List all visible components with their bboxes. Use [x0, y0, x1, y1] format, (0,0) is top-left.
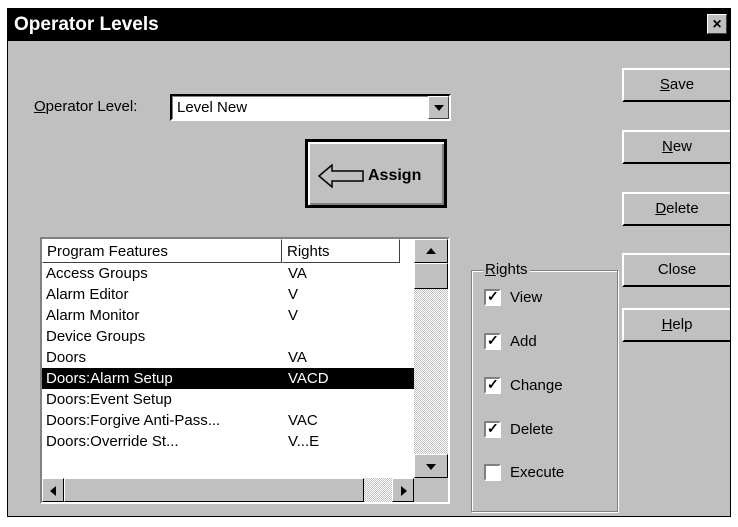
- table-row[interactable]: Doors:Event Setup: [42, 389, 414, 410]
- rights-cell: VACD: [288, 370, 329, 387]
- rights-cell: V...E: [288, 433, 320, 450]
- checkbox-label: Delete: [510, 421, 554, 438]
- checkbox-label: Execute: [510, 464, 565, 481]
- checkmark-icon: ✓: [487, 376, 499, 392]
- checkbox-box[interactable]: ✓: [484, 332, 501, 350]
- arrow-up-icon: [426, 248, 436, 254]
- delete-button[interactable]: Delete: [622, 192, 730, 226]
- checkbox-label: View: [510, 289, 543, 306]
- new-button[interactable]: New: [622, 130, 730, 164]
- feature-cell: Alarm Editor: [46, 286, 129, 303]
- feature-cell: Device Groups: [46, 328, 146, 345]
- operator-level-value: Level New: [177, 99, 248, 116]
- table-row[interactable]: Device Groups: [42, 326, 414, 347]
- vertical-scrollbar[interactable]: [414, 239, 448, 478]
- checkbox-view[interactable]: ✓ View: [484, 288, 543, 306]
- title-bar: Operator Levels ×: [8, 9, 730, 41]
- rights-cell: V: [288, 286, 299, 303]
- arrow-down-icon: [426, 464, 436, 470]
- left-arrow-icon: [318, 164, 364, 188]
- feature-cell: Doors:Forgive Anti-Pass...: [46, 412, 221, 429]
- operator-level-select[interactable]: Level New: [170, 94, 451, 121]
- checkbox-box[interactable]: ✓: [484, 376, 501, 394]
- assign-button[interactable]: Assign: [305, 139, 447, 208]
- table-row[interactable]: Access Groups VA: [42, 263, 414, 284]
- help-button[interactable]: Help: [622, 308, 730, 342]
- rights-cell: VA: [288, 349, 307, 366]
- checkbox-box[interactable]: ✓: [484, 420, 501, 438]
- checkmark-icon: ✓: [487, 420, 499, 436]
- operator-levels-dialog: Operator Levels × Operator Level: Level …: [7, 8, 731, 517]
- feature-cell: Doors:Alarm Setup: [46, 370, 173, 387]
- scroll-corner: [414, 478, 448, 502]
- scroll-up-button[interactable]: [414, 239, 448, 263]
- checkbox-label: Change: [510, 377, 563, 394]
- scroll-right-button[interactable]: [392, 478, 414, 502]
- checkbox-box[interactable]: [484, 464, 501, 481]
- table-row[interactable]: Doors:Forgive Anti-Pass... VAC: [42, 410, 414, 431]
- feature-cell: Doors: [46, 349, 87, 366]
- checkbox-delete[interactable]: ✓ Delete: [484, 420, 554, 438]
- checkmark-icon: ✓: [487, 288, 499, 304]
- list-rows: Access Groups VA Alarm Editor V Alarm Monito…: [42, 263, 414, 478]
- checkmark-icon: ✓: [487, 332, 499, 348]
- rights-cell: VAC: [288, 412, 318, 429]
- feature-cell: Doors:Override St...: [46, 433, 179, 450]
- operator-level-label: Operator Level:: [34, 98, 138, 115]
- column-header-program-features[interactable]: Program Features: [42, 239, 282, 263]
- scroll-left-button[interactable]: [42, 478, 64, 502]
- table-row[interactable]: Doors:Override St... V...E: [42, 431, 414, 452]
- feature-cell: Access Groups: [46, 265, 148, 282]
- scroll-down-button[interactable]: [414, 454, 448, 478]
- horizontal-scrollbar[interactable]: [42, 478, 414, 502]
- scroll-thumb[interactable]: [414, 263, 448, 289]
- arrow-left-icon: [50, 486, 56, 496]
- checkbox-execute[interactable]: Execute: [484, 464, 564, 481]
- table-row[interactable]: Doors VA: [42, 347, 414, 368]
- checkbox-box[interactable]: ✓: [484, 288, 501, 306]
- chevron-down-icon[interactable]: [428, 96, 449, 119]
- table-row[interactable]: Doors:Alarm Setup VACD: [42, 368, 414, 389]
- checkbox-change[interactable]: ✓ Change: [484, 376, 563, 394]
- feature-cell: Doors:Event Setup: [46, 391, 172, 408]
- hscroll-thumb[interactable]: [64, 478, 364, 502]
- arrow-right-icon: [401, 486, 407, 496]
- window-title: Operator Levels: [14, 14, 159, 35]
- table-row[interactable]: Alarm Monitor V: [42, 305, 414, 326]
- checkbox-add[interactable]: ✓ Add: [484, 332, 537, 350]
- close-button[interactable]: Close: [622, 253, 730, 287]
- save-button[interactable]: Save: [622, 68, 730, 102]
- column-header-rights[interactable]: Rights: [282, 239, 400, 263]
- assign-label: Assign: [368, 167, 422, 184]
- checkbox-label: Add: [510, 333, 537, 350]
- feature-cell: Alarm Monitor: [46, 307, 140, 324]
- close-icon[interactable]: ×: [707, 14, 727, 34]
- table-row[interactable]: Alarm Editor V: [42, 284, 414, 305]
- rights-cell: VA: [288, 265, 307, 282]
- rights-cell: V: [288, 307, 299, 324]
- rights-group-title: Rights: [483, 261, 530, 278]
- program-features-list[interactable]: Program Features Rights Access Groups VA A…: [40, 237, 450, 504]
